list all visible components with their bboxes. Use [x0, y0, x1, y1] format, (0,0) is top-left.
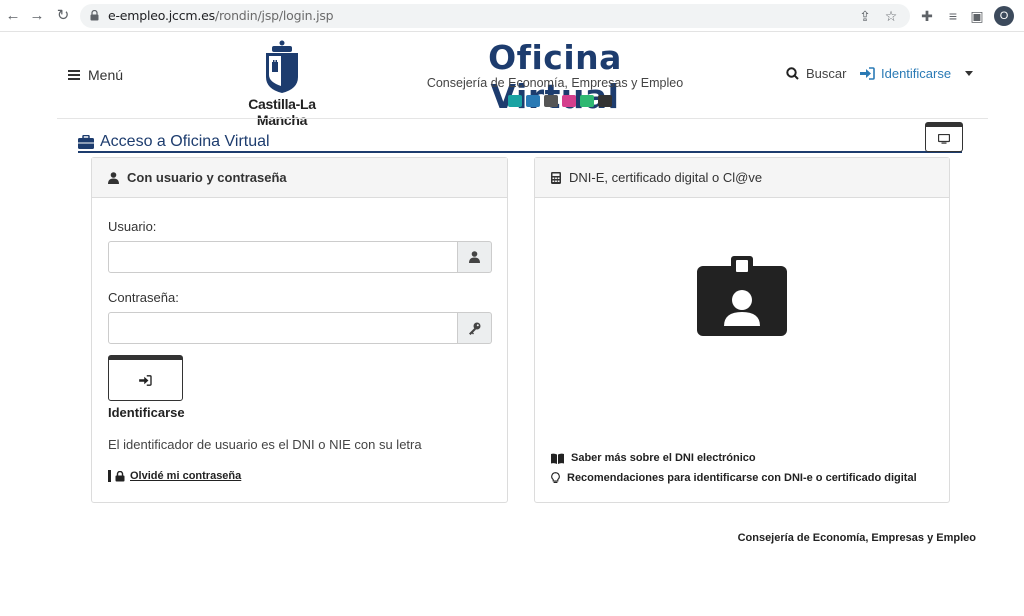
user-icon: [108, 171, 119, 184]
lightbulb-icon: [551, 472, 560, 483]
gears-icon[interactable]: [598, 95, 612, 107]
sign-in-icon: [139, 374, 152, 386]
id-card-icon[interactable]: [508, 95, 522, 107]
reload-icon[interactable]: ↻: [54, 7, 72, 25]
menu-button[interactable]: Menú: [68, 66, 123, 84]
briefcase-icon: [78, 135, 94, 149]
url-text: e-empleo.jccm.es/rondin/jsp/login.jsp: [108, 8, 334, 23]
address-bar[interactable]: e-empleo.jccm.es/rondin/jsp/login.jsp ⇪ …: [80, 4, 910, 28]
password-input[interactable]: [108, 312, 458, 344]
certificate-panel-title: DNI-E, certificado digital o Cl@ve: [569, 170, 763, 185]
list-icon[interactable]: [562, 95, 576, 107]
megaphone-icon[interactable]: [526, 95, 540, 107]
profile-avatar[interactable]: O: [994, 6, 1014, 26]
chevron-down-icon: [965, 71, 974, 76]
section-underline: [78, 151, 962, 153]
username-label: Usuario:: [108, 219, 157, 234]
login-submit-button[interactable]: [108, 355, 183, 401]
bookmark-star-icon[interactable]: ☆: [882, 7, 900, 25]
castilla-la-mancha-logo[interactable]: Castilla-La Mancha: [222, 38, 342, 128]
username-input[interactable]: [108, 241, 458, 273]
side-panel-icon[interactable]: ▣: [968, 7, 986, 25]
url-path: /rondin/jsp/login.jsp: [214, 8, 334, 23]
username-group: [108, 241, 492, 273]
sign-in-icon: [860, 67, 875, 80]
dni-info-link[interactable]: Saber más sobre el DNI electrónico: [551, 452, 756, 464]
desktop-icon: [938, 134, 950, 144]
book-icon: [551, 453, 564, 464]
logo-text: Castilla-La Mancha: [248, 96, 316, 128]
section-title-text: Acceso a Oficina Virtual: [100, 133, 270, 150]
menu-label: Menú: [88, 67, 124, 83]
password-addon: [458, 312, 492, 344]
section-title: Acceso a Oficina Virtual: [78, 133, 270, 151]
username-addon: [458, 241, 492, 273]
certificate-panel: DNI-E, certificado digital o Cl@ve Saber…: [534, 157, 950, 503]
certificate-panel-header: DNI-E, certificado digital o Cl@ve: [535, 158, 949, 198]
password-label: Contraseña:: [108, 290, 179, 305]
url-host: e-empleo.jccm.es: [108, 8, 215, 23]
forgot-password-label: Olvidé mi contraseña: [130, 470, 242, 482]
search-button[interactable]: Buscar: [786, 66, 846, 81]
calculator-icon: [551, 171, 561, 184]
login-panel: Con usuario y contraseña Usuario: Contra…: [91, 157, 508, 503]
forward-arrow-icon[interactable]: →: [28, 7, 46, 25]
login-submit-label[interactable]: Identificarse: [108, 405, 185, 420]
login-panel-title: Con usuario y contraseña: [127, 170, 287, 185]
forgot-password-link[interactable]: Olvidé mi contraseña: [108, 470, 241, 482]
service-icons: [508, 95, 612, 107]
reading-list-icon[interactable]: ≡: [944, 7, 962, 25]
user-tie-icon[interactable]: [544, 95, 558, 107]
password-group: [108, 312, 492, 344]
login-panel-header: Con usuario y contraseña: [92, 158, 507, 198]
share-icon[interactable]: ⇪: [856, 7, 874, 25]
dni-info-label: Saber más sobre el DNI electrónico: [571, 452, 756, 464]
search-label: Buscar: [806, 66, 847, 81]
header-divider: [57, 118, 988, 119]
hamburger-icon: [68, 70, 80, 80]
identify-label: Identificarse: [881, 66, 952, 81]
extensions-icon[interactable]: ✚: [918, 7, 936, 25]
display-toggle-button[interactable]: [925, 122, 963, 152]
back-arrow-icon[interactable]: ←: [4, 7, 22, 25]
site-subtitle: Consejería de Economía, Empresas y Emple…: [426, 76, 684, 90]
browser-toolbar: ← → ↻ e-empleo.jccm.es/rondin/jsp/login.…: [0, 0, 1024, 32]
recommendations-label: Recomendaciones para identificarse con D…: [567, 472, 917, 484]
id-badge-icon[interactable]: [697, 256, 787, 336]
battery-icon[interactable]: [580, 95, 594, 107]
coat-of-arms-icon: [266, 40, 298, 93]
lock-icon: [90, 10, 99, 21]
lock-icon: [115, 470, 125, 481]
recommendations-link[interactable]: Recomendaciones para identificarse con D…: [551, 472, 917, 484]
search-icon: [786, 67, 799, 80]
username-hint: El identificador de usuario es el DNI o …: [108, 437, 422, 452]
user-icon: [469, 251, 480, 263]
key-icon: [469, 322, 481, 335]
footer-text: Consejería de Economía, Empresas y Emple…: [737, 532, 976, 544]
identify-dropdown[interactable]: Identificarse: [860, 66, 974, 81]
